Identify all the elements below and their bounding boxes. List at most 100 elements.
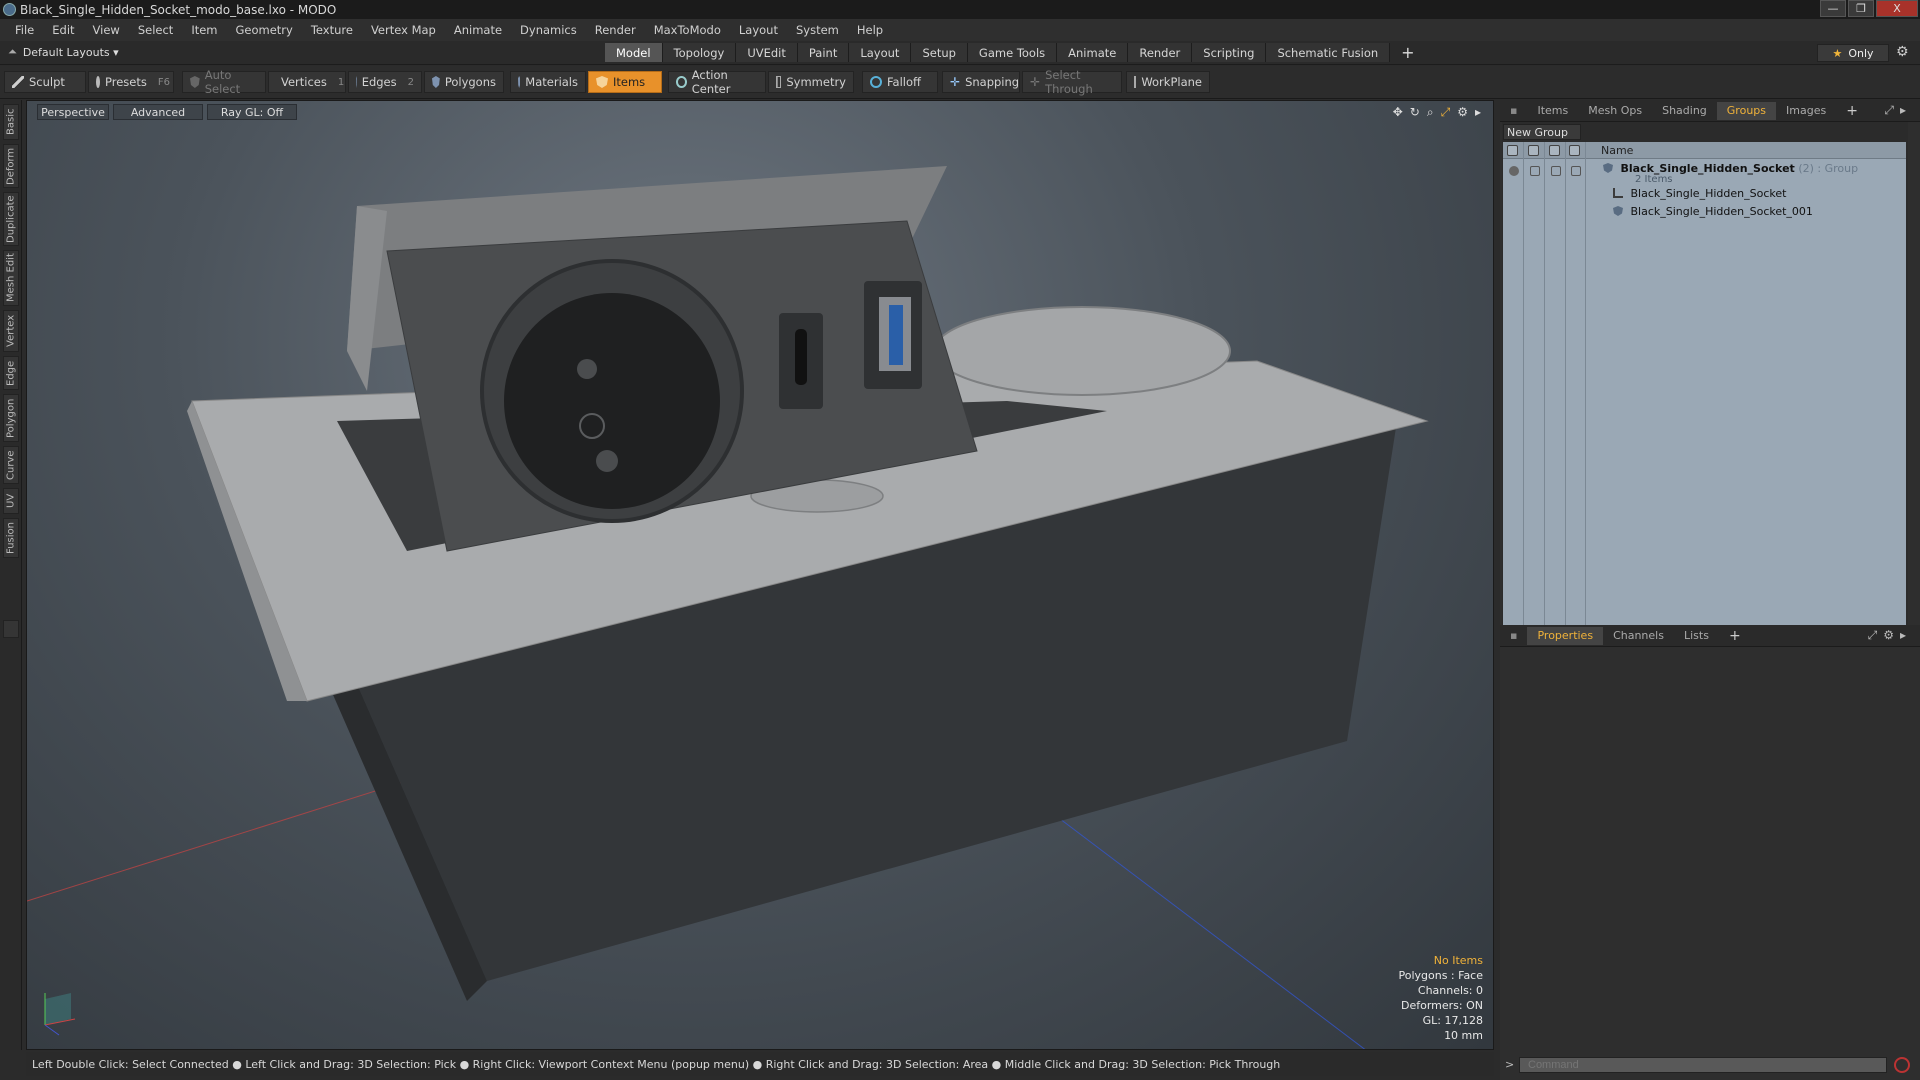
select-toggle[interactable]	[1571, 166, 1581, 176]
tab-duplicate[interactable]: Duplicate	[3, 192, 19, 246]
presets-button[interactable]: Presets F6	[88, 71, 174, 93]
render-toggle[interactable]	[1530, 166, 1540, 176]
vertices-button[interactable]: Vertices 1	[268, 71, 346, 93]
name-column-header[interactable]: Name	[1601, 144, 1633, 157]
tab-properties[interactable]: Properties	[1527, 626, 1604, 645]
lock-column-icon[interactable]	[1549, 145, 1560, 156]
select-through-button[interactable]: ✛ Select Through	[1022, 68, 1122, 96]
tab-scripting[interactable]: Scripting	[1192, 43, 1267, 62]
only-button[interactable]: ★ Only	[1817, 44, 1889, 62]
menu-texture[interactable]: Texture	[302, 23, 362, 37]
add-tab-button[interactable]: +	[1390, 43, 1425, 62]
tab-game-tools[interactable]: Game Tools	[967, 43, 1058, 62]
menu-render[interactable]: Render	[586, 23, 645, 37]
palette-toggle-button[interactable]	[3, 620, 19, 638]
polygons-button[interactable]: Polygons	[424, 71, 504, 93]
tab-channels[interactable]: Channels	[1603, 627, 1674, 645]
menu-item[interactable]: Item	[182, 23, 226, 37]
shading-dropdown[interactable]: Advanced	[113, 104, 203, 120]
items-button[interactable]: Items	[588, 71, 662, 93]
groups-tree[interactable]: Name Black_Single_Hidden_Socket (2) : Gr…	[1503, 142, 1906, 627]
rotate-icon[interactable]: ↻	[1410, 105, 1420, 120]
tab-schematic-fusion[interactable]: Schematic Fusion	[1266, 43, 1391, 62]
panel-grip-icon[interactable]: ▪	[1500, 627, 1527, 645]
sculpt-button[interactable]: Sculpt	[4, 71, 86, 93]
panel-grip-icon[interactable]: ▪	[1500, 102, 1527, 120]
tab-polygon[interactable]: Polygon	[3, 394, 19, 442]
tab-groups[interactable]: Groups	[1716, 101, 1777, 120]
panel-controls-icon[interactable]: ⤢⚙▸	[1868, 628, 1912, 643]
menu-geometry[interactable]: Geometry	[227, 23, 302, 37]
3d-viewport[interactable]: Perspective Advanced Ray GL: Off ✥ ↻ ⌕ ⤢…	[26, 100, 1494, 1050]
tree-row-group[interactable]: Black_Single_Hidden_Socket (2) : Group 2…	[1503, 160, 1906, 185]
tab-curve[interactable]: Curve	[3, 446, 19, 484]
tab-shading[interactable]: Shading	[1652, 102, 1717, 120]
tab-render[interactable]: Render	[1128, 43, 1193, 62]
fit-icon[interactable]: ⤢	[1441, 105, 1451, 120]
menu-vertex-map[interactable]: Vertex Map	[362, 23, 445, 37]
new-group-button[interactable]: New Group	[1503, 124, 1581, 140]
menu-layout[interactable]: Layout	[730, 23, 787, 37]
tree-row-child[interactable]: Black_Single_Hidden_Socket	[1503, 186, 1906, 202]
menu-select[interactable]: Select	[129, 23, 182, 37]
menu-view[interactable]: View	[84, 23, 129, 37]
materials-button[interactable]: Materials	[510, 71, 586, 93]
tab-uvedit[interactable]: UVEdit	[736, 43, 798, 62]
render-column-icon[interactable]	[1528, 145, 1539, 156]
pan-icon[interactable]: ✥	[1393, 105, 1403, 120]
select-column-icon[interactable]	[1569, 145, 1580, 156]
tab-layout[interactable]: Layout	[849, 43, 912, 62]
action-center-button[interactable]: Action Center	[668, 68, 766, 96]
command-input[interactable]	[1519, 1057, 1887, 1073]
perspective-dropdown[interactable]: Perspective	[37, 104, 109, 120]
tab-edge[interactable]: Edge	[3, 356, 19, 390]
tree-row-child[interactable]: Black_Single_Hidden_Socket_001	[1503, 204, 1906, 220]
viewport-menu-arrow-icon[interactable]: ▸	[1475, 105, 1481, 120]
tab-images[interactable]: Images	[1776, 102, 1836, 120]
visibility-column-icon[interactable]	[1507, 145, 1518, 156]
tab-model[interactable]: Model	[605, 43, 663, 62]
tab-uv[interactable]: UV	[3, 488, 19, 514]
tab-fusion[interactable]: Fusion	[3, 518, 19, 558]
snapping-button[interactable]: ✛ Snapping	[942, 71, 1020, 93]
tab-paint[interactable]: Paint	[797, 43, 850, 62]
tab-topology[interactable]: Topology	[662, 43, 737, 62]
tab-basic[interactable]: Basic	[3, 104, 19, 140]
tab-lists[interactable]: Lists	[1674, 627, 1719, 645]
symmetry-button[interactable]: Symmetry	[768, 71, 854, 93]
falloff-button[interactable]: Falloff	[862, 71, 938, 93]
tab-animate[interactable]: Animate	[1057, 43, 1129, 62]
add-panel-tab-button[interactable]: +	[1719, 627, 1751, 645]
tab-items[interactable]: Items	[1527, 102, 1578, 120]
menu-maxtomodo[interactable]: MaxToModo	[645, 23, 730, 37]
viewport-settings-icon[interactable]: ⚙	[1457, 105, 1468, 120]
auto-select-button[interactable]: Auto Select	[182, 68, 266, 96]
command-stop-icon[interactable]	[1894, 1057, 1910, 1073]
workplane-button[interactable]: WorkPlane	[1126, 71, 1210, 93]
zoom-icon[interactable]: ⌕	[1427, 105, 1434, 120]
tab-mesh-ops[interactable]: Mesh Ops	[1578, 102, 1652, 120]
lock-toggle[interactable]	[1551, 166, 1561, 176]
menu-help[interactable]: Help	[848, 23, 892, 37]
eye-icon[interactable]	[1509, 166, 1519, 176]
maximize-button[interactable]: ❐	[1848, 0, 1874, 17]
tab-vertex[interactable]: Vertex	[3, 310, 19, 352]
close-button[interactable]: X	[1876, 0, 1918, 17]
edges-button[interactable]: Edges 2	[348, 71, 422, 93]
menu-edit[interactable]: Edit	[43, 23, 83, 37]
tab-mesh-edit[interactable]: Mesh Edit	[3, 250, 19, 306]
gear-icon[interactable]: ⚙	[1896, 44, 1909, 60]
default-layouts-dropdown[interactable]: ⏶ Default Layouts ▾	[8, 45, 119, 59]
axis-gizmo	[44, 993, 76, 1036]
tab-deform[interactable]: Deform	[3, 144, 19, 188]
menu-animate[interactable]: Animate	[445, 23, 511, 37]
menu-file[interactable]: File	[6, 23, 43, 37]
minimize-button[interactable]: —	[1820, 0, 1846, 17]
panel-controls-icon[interactable]: ⤢▸	[1884, 103, 1912, 118]
menu-system[interactable]: System	[787, 23, 848, 37]
menu-dynamics[interactable]: Dynamics	[511, 23, 586, 37]
add-panel-tab-button[interactable]: +	[1836, 102, 1868, 120]
tab-setup[interactable]: Setup	[911, 43, 968, 62]
raygl-toggle[interactable]: Ray GL: Off	[207, 104, 297, 120]
polygons-icon	[432, 76, 440, 88]
